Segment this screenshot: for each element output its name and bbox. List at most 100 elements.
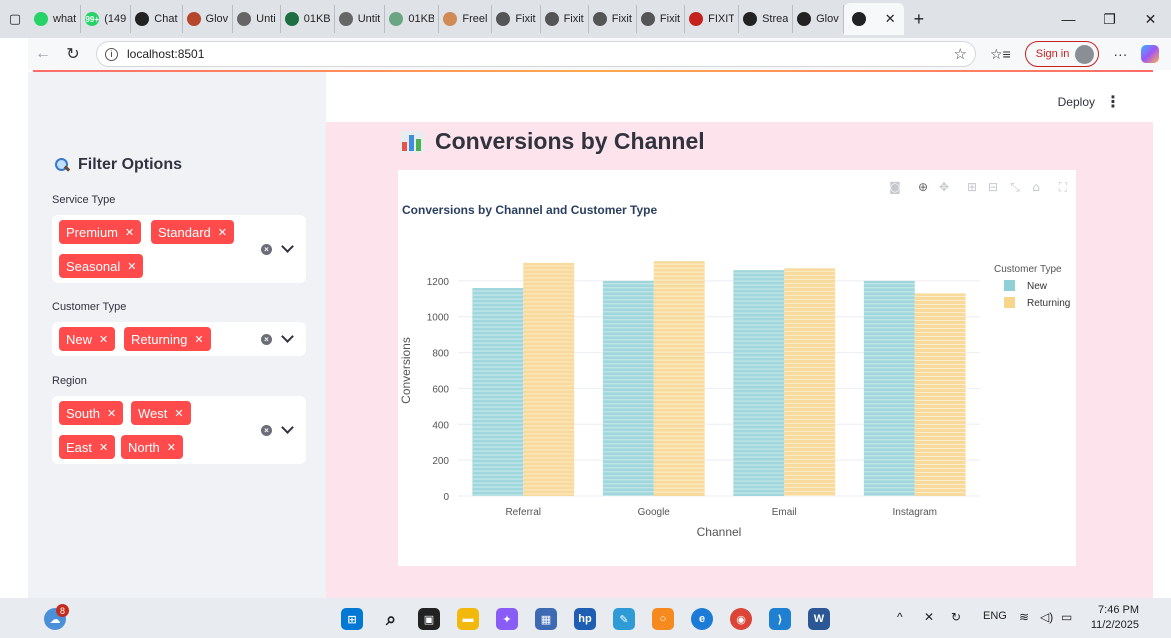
streamlit-icon (797, 12, 812, 26)
clear-all-icon[interactable]: × (261, 244, 272, 255)
chip-returning[interactable]: Returning ✕ (124, 327, 211, 351)
browser-tab[interactable]: Strea (739, 5, 794, 33)
browser-tab[interactable]: Fixit (637, 5, 686, 33)
chip-new[interactable]: New ✕ (59, 327, 116, 351)
remove-chip-icon[interactable]: ✕ (167, 441, 176, 454)
remove-chip-icon[interactable]: ✕ (174, 407, 183, 420)
chip-south[interactable]: South ✕ (59, 401, 124, 425)
chevron-down-icon[interactable] (281, 240, 294, 253)
browser-tab[interactable]: Untit (335, 5, 386, 33)
close-window-button[interactable]: ✕ (1130, 11, 1171, 28)
windows-start-icon[interactable]: ⊞ (341, 608, 363, 630)
browser-tab[interactable]: Fixit (492, 5, 541, 33)
tab-label: 01KB (303, 13, 330, 25)
copilot-app-icon[interactable]: ✦ (496, 608, 518, 630)
hp-icon[interactable]: hp (574, 608, 596, 630)
edge-icon[interactable]: e (691, 608, 713, 630)
remove-chip-icon[interactable]: ✕ (125, 226, 134, 239)
chip-label: Premium (66, 224, 119, 240)
customer-type-multiselect[interactable]: New ✕ Returning ✕ × (52, 322, 306, 356)
main-menu-icon[interactable]: ⋮ (1105, 92, 1121, 112)
reload-icon[interactable]: ↻ (58, 44, 88, 64)
file-explorer-icon[interactable]: ▬ (457, 608, 479, 630)
chevron-down-icon[interactable] (281, 421, 294, 434)
minimize-button[interactable]: — (1048, 11, 1089, 27)
browser-tab[interactable]: Freel (439, 5, 493, 33)
region-multiselect[interactable]: South ✕ West ✕ East ✕ North ✕ × (52, 396, 306, 464)
battery-icon[interactable]: ▭ (1061, 610, 1072, 624)
mute-icon[interactable]: ✕ (924, 610, 934, 624)
browser-tab[interactable]: 01KB (385, 5, 440, 33)
chip-standard[interactable]: Standard ✕ (151, 220, 234, 244)
document-icon (237, 12, 252, 26)
browser-tab[interactable]: 01KB (281, 5, 335, 33)
browser-tab[interactable]: Chat (131, 5, 183, 33)
show-hidden-icons[interactable]: ^ (897, 610, 903, 624)
active-browser-tab[interactable]: ✕ (843, 3, 904, 35)
new-tab-button[interactable]: + (914, 9, 925, 30)
y-tick-label: 400 (432, 420, 449, 431)
chip-seasonal[interactable]: Seasonal ✕ (59, 254, 144, 278)
close-tab-icon[interactable]: ✕ (885, 11, 896, 27)
clear-all-icon[interactable]: × (261, 425, 272, 436)
zoom-in-icon[interactable]: ⊞ (967, 180, 977, 194)
chrome-icon[interactable]: ◉ (730, 608, 752, 630)
chat-app-icon[interactable]: ✎ (613, 608, 635, 630)
browser-tab[interactable]: 99+ (149 (81, 5, 132, 33)
tab-label: Fixit (563, 13, 584, 25)
deploy-button[interactable]: Deploy (1058, 95, 1095, 109)
task-view-icon[interactable]: ▣ (418, 608, 440, 630)
clear-all-icon[interactable]: × (261, 334, 272, 345)
service-type-multiselect[interactable]: Premium ✕ Standard ✕ Seasonal ✕ × (52, 215, 306, 283)
url-text: localhost:8501 (127, 47, 205, 61)
chevron-down-icon[interactable] (281, 330, 294, 343)
taskbar: ☁ 8 ⊞ ⌕ ▣ ▬ ✦ ▦ hp ✎ ○ e ◉ ⟩ W ^ ✕ ↻ ENG… (0, 598, 1171, 638)
pan-icon[interactable]: ✥ (939, 180, 949, 194)
magnifier-icon (54, 157, 70, 173)
remove-chip-icon[interactable]: ✕ (99, 333, 108, 346)
autoscale-icon[interactable]: ⤡ (1010, 180, 1020, 194)
browser-tab[interactable]: Unti (233, 5, 281, 33)
remove-chip-icon[interactable]: ✕ (99, 441, 108, 454)
system-clock[interactable]: 7:46 PM 11/2/2025 (1091, 603, 1139, 633)
sign-in-button[interactable]: Sign in (1024, 41, 1100, 67)
remove-chip-icon[interactable]: ✕ (127, 260, 136, 273)
chip-label: Standard (158, 224, 211, 240)
browser-tab[interactable]: Fixit (541, 5, 589, 33)
browser-tab[interactable]: what (30, 5, 82, 33)
remove-chip-icon[interactable]: ✕ (107, 407, 116, 420)
volume-icon[interactable]: ◁) (1040, 610, 1053, 624)
sync-icon[interactable]: ↻ (951, 610, 961, 624)
browser-tab[interactable]: Glov (183, 5, 234, 33)
word-icon[interactable]: W (808, 608, 830, 630)
url-input[interactable]: i localhost:8501 ☆ (96, 41, 976, 67)
chip-north[interactable]: North ✕ (121, 435, 184, 459)
zoom-out-icon[interactable]: ⊟ (988, 180, 998, 194)
jupyter-icon[interactable]: ○ (652, 608, 674, 630)
tab-actions-icon[interactable]: ▢ (0, 0, 30, 38)
browser-tab[interactable]: Glov (793, 5, 844, 33)
restore-button[interactable]: ❐ (1089, 11, 1130, 28)
store-icon[interactable]: ▦ (535, 608, 557, 630)
info-icon[interactable]: i (105, 47, 118, 61)
favorites-icon[interactable]: ☆≡ (990, 46, 1011, 63)
search-icon[interactable]: ⌕ (380, 608, 402, 630)
remove-chip-icon[interactable]: ✕ (194, 333, 203, 346)
copilot-icon[interactable] (1141, 45, 1160, 63)
favorite-star-icon[interactable]: ☆ (954, 45, 967, 63)
browser-tab[interactable]: Fixit (589, 5, 637, 33)
more-options-icon[interactable]: ··· (1113, 46, 1127, 62)
chip-east[interactable]: East ✕ (59, 435, 116, 459)
camera-icon[interactable]: ◙ (889, 180, 901, 194)
fullscreen-icon[interactable]: ⛶ (1058, 180, 1068, 194)
browser-tab[interactable]: FIXIT (685, 5, 740, 33)
chip-west[interactable]: West ✕ (131, 401, 191, 425)
zoom-icon[interactable]: ⊕ (918, 180, 928, 194)
language-indicator[interactable]: ENG (983, 610, 1007, 622)
vscode-icon[interactable]: ⟩ (769, 608, 791, 630)
wifi-icon[interactable]: ≋ (1019, 610, 1029, 624)
back-icon[interactable]: ← (28, 45, 58, 63)
chip-premium[interactable]: Premium ✕ (59, 220, 142, 244)
remove-chip-icon[interactable]: ✕ (218, 226, 227, 239)
home-icon[interactable]: ⌂ (1032, 180, 1040, 194)
